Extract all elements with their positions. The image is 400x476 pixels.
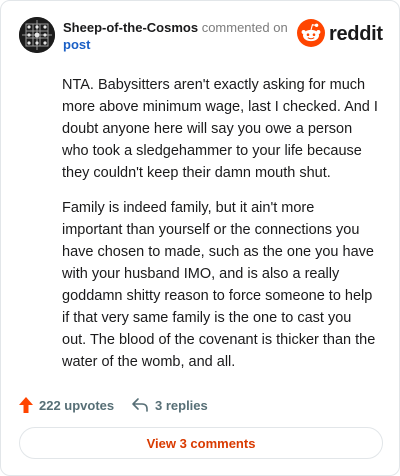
avatar[interactable] bbox=[19, 17, 55, 53]
reply-arrow-icon bbox=[132, 398, 148, 412]
reddit-wordmark: reddit bbox=[329, 23, 383, 45]
view-comments-button[interactable]: View 3 comments bbox=[19, 427, 383, 459]
comment-footer: 222 upvotes 3 replies bbox=[19, 394, 381, 416]
comment-card: Sheep-of-the-Cosmos commented on post re… bbox=[0, 0, 400, 476]
comment-header: Sheep-of-the-Cosmos commented on post re… bbox=[19, 17, 383, 57]
reddit-brand[interactable]: reddit bbox=[297, 19, 383, 49]
replies-count: 3 replies bbox=[155, 397, 208, 413]
comment-body: NTA. Babysitters aren't exactly asking f… bbox=[62, 74, 378, 386]
upvote-button[interactable]: 222 upvotes bbox=[19, 394, 114, 416]
reddit-logo-icon bbox=[297, 19, 325, 47]
comment-meta: Sheep-of-the-Cosmos commented on post bbox=[63, 19, 303, 53]
action-text: commented on bbox=[201, 20, 288, 35]
upvote-arrow-icon bbox=[19, 397, 33, 413]
comment-paragraph: Family is indeed family, but it ain't mo… bbox=[62, 200, 376, 370]
replies-button[interactable]: 3 replies bbox=[131, 394, 208, 416]
comment-paragraph: NTA. Babysitters aren't exactly asking f… bbox=[62, 77, 378, 181]
avatar-icon bbox=[19, 17, 55, 53]
upvote-count: 222 upvotes bbox=[39, 397, 115, 413]
author-name[interactable]: Sheep-of-the-Cosmos bbox=[63, 20, 198, 35]
post-link[interactable]: post bbox=[63, 36, 303, 53]
